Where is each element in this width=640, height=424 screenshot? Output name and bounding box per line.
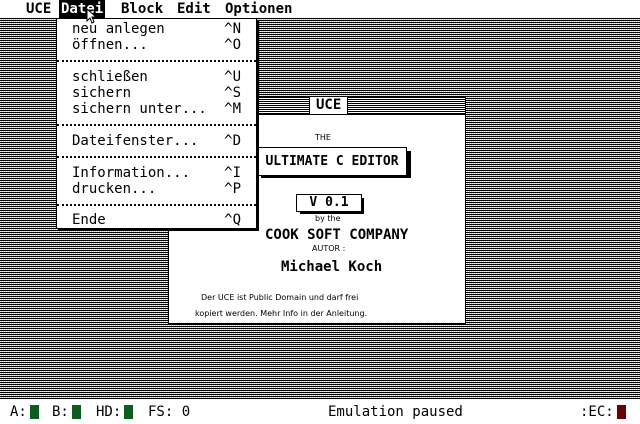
menu-item-shortcut: ^P (224, 181, 241, 197)
menu-block[interactable]: Block (119, 0, 165, 18)
menu-item-shortcut: ^N (224, 21, 241, 37)
drive-a-indicator: A: (10, 402, 39, 422)
drive-b-led-icon (71, 405, 81, 419)
menu-item-shortcut: ^M (224, 101, 241, 117)
menu-datei[interactable]: Datei (59, 0, 106, 18)
menu-item-ende[interactable]: Ende ^Q (57, 212, 256, 228)
mouse-pointer-icon (86, 8, 98, 24)
ec-indicator: :EC: (580, 402, 626, 422)
ec-label: :EC: (580, 404, 614, 420)
menu-separator (57, 124, 256, 126)
emulation-status-text: Emulation paused (328, 404, 463, 420)
menu-item-shortcut: ^D (224, 133, 241, 149)
menu-item-information[interactable]: Information... ^I (57, 165, 256, 181)
about-title: UCE (309, 97, 349, 114)
product-title: ULTIMATE C EDITOR (257, 147, 407, 176)
menu-item-label: Information... (72, 165, 191, 181)
license-note-1: Der UCE ist Public Domain und darf frei (201, 293, 359, 302)
menu-item-dateifenster[interactable]: Dateifenster... ^D (57, 133, 256, 149)
hd-led-icon (124, 405, 134, 419)
menu-item-label: sichern unter... (72, 101, 207, 117)
menu-item-drucken[interactable]: drucken... ^P (57, 181, 256, 197)
menu-item-sichern[interactable]: sichern ^S (57, 85, 256, 101)
drive-a-led-icon (29, 405, 39, 419)
menu-separator (57, 60, 256, 62)
about-the-label: THE (315, 133, 331, 142)
drive-b-label: B: (52, 404, 69, 420)
company-name: COOK SOFT COMPANY (265, 227, 409, 243)
menu-item-shortcut: ^U (224, 69, 241, 85)
hd-indicator: HD: (96, 402, 134, 422)
hd-label: HD: (96, 404, 122, 420)
menu-separator (57, 156, 256, 158)
datei-dropdown-menu: neu anlegen ^N öffnen... ^O schließen ^U… (56, 18, 257, 229)
menu-item-shortcut: ^S (224, 85, 241, 101)
menu-item-label: drucken... (72, 181, 157, 197)
version-label: V 0.1 (296, 194, 362, 212)
menu-separator (57, 204, 256, 206)
menu-item-shortcut: ^I (224, 165, 241, 181)
menu-item-sichern-unter[interactable]: sichern unter... ^M (57, 101, 256, 117)
autor-label: AUTOR : (312, 244, 346, 253)
emulator-status-bar: A: B: HD: FS: 0 Emulation paused :EC: (0, 402, 640, 424)
menu-item-oeffnen[interactable]: öffnen... ^O (57, 37, 256, 53)
menu-item-label: sichern (72, 85, 132, 101)
menu-item-schliessen[interactable]: schließen ^U (57, 69, 256, 85)
menu-edit[interactable]: Edit (175, 0, 213, 18)
menu-uce[interactable]: UCE (24, 0, 53, 18)
menu-item-label: schließen (72, 69, 148, 85)
menu-item-shortcut: ^Q (224, 212, 241, 228)
drive-b-indicator: B: (52, 402, 81, 422)
fs-indicator: FS: 0 (148, 404, 191, 420)
menu-item-label: öffnen... (72, 37, 148, 53)
menu-item-shortcut: ^O (224, 37, 241, 53)
menu-optionen[interactable]: Optionen (223, 0, 294, 18)
menu-item-label: Ende (72, 212, 106, 228)
ec-led-icon (616, 405, 626, 419)
author-name: Michael Koch (281, 259, 383, 275)
by-the-label: by the (315, 214, 341, 223)
menu-item-label: Dateifenster... (72, 133, 199, 149)
drive-a-label: A: (10, 404, 27, 420)
license-note-2: kopiert werden. Mehr Info in der Anleitu… (195, 309, 368, 318)
